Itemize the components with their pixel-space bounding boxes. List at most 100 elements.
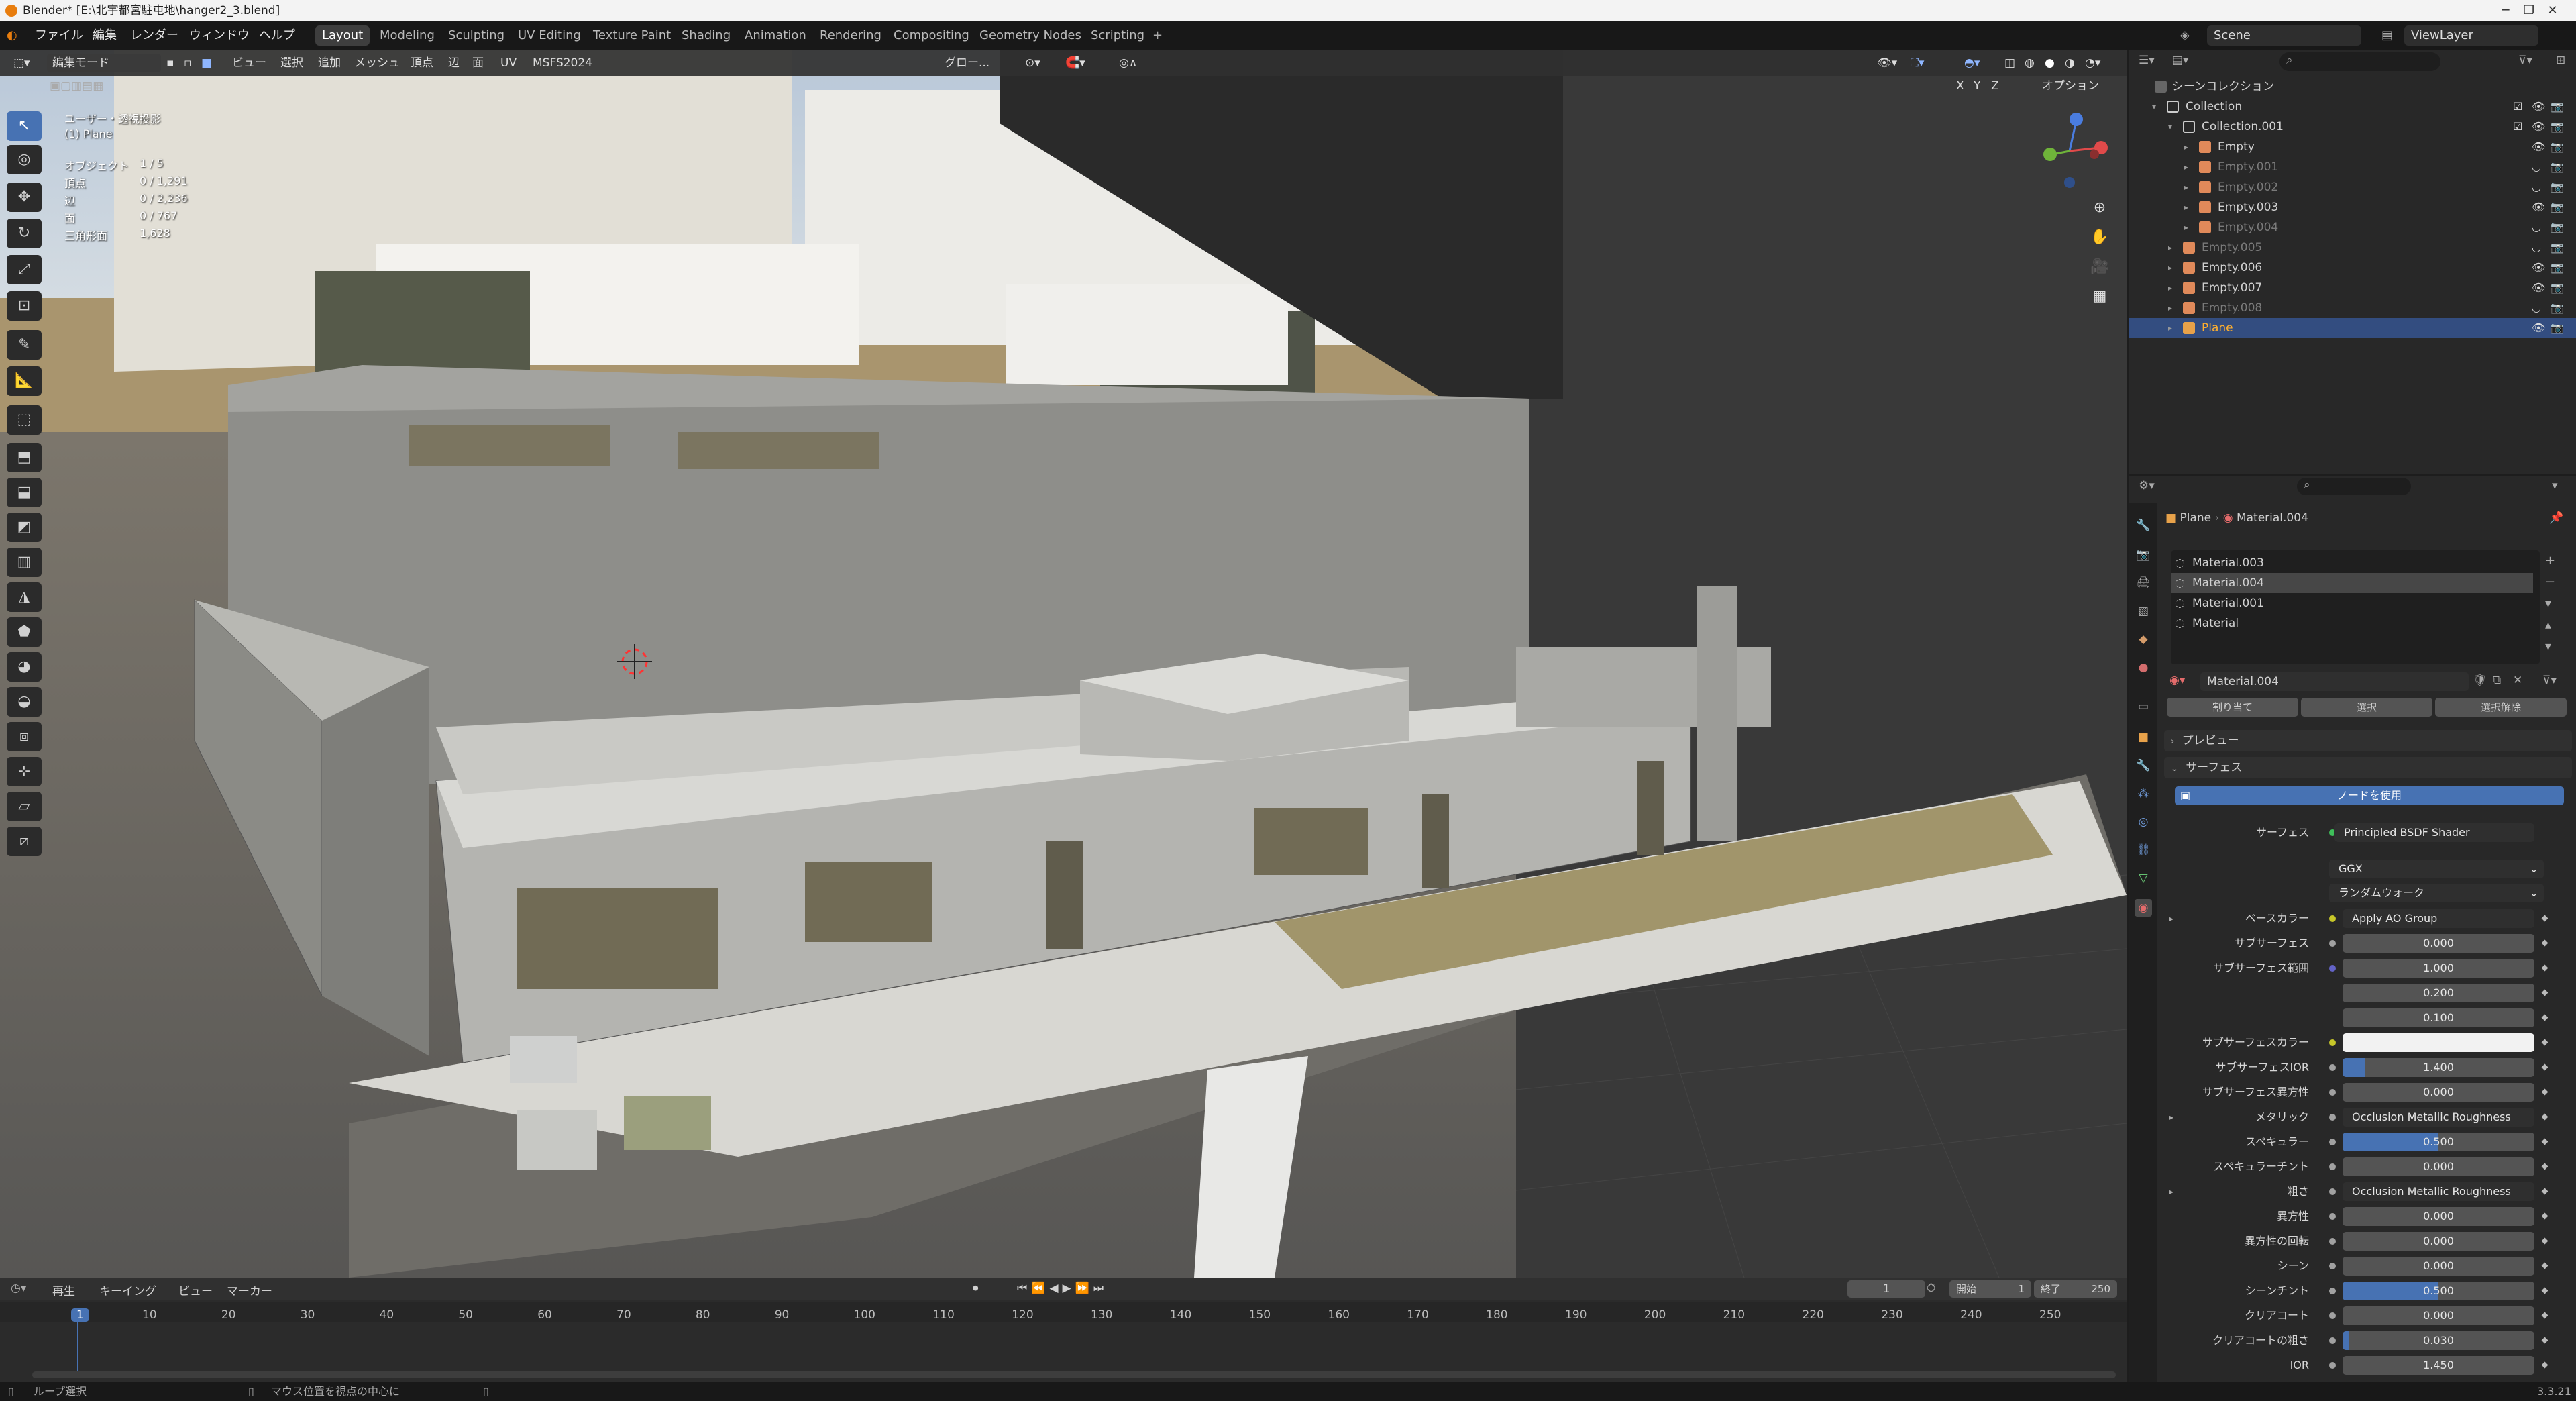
numeric-slider-field[interactable]: 0.000: [2343, 1157, 2534, 1176]
exclude-checkbox[interactable]: ☑: [2513, 97, 2522, 117]
input-socket-icon[interactable]: [2329, 1114, 2336, 1121]
output-tab-icon[interactable]: 🖨: [2135, 574, 2152, 592]
tab-rendering[interactable]: Rendering: [813, 25, 888, 46]
tab-layout[interactable]: Layout: [315, 25, 370, 46]
tab-scripting[interactable]: Scripting: [1084, 25, 1151, 46]
new-collection-icon[interactable]: ⊞: [2556, 54, 2565, 67]
visibility-eye-icon[interactable]: ◡: [2532, 217, 2541, 238]
collection-tab-icon[interactable]: ▭: [2135, 698, 2152, 715]
timeline-editor-icon[interactable]: ◷▾: [11, 1282, 26, 1295]
expand-toggle-icon[interactable]: ▾: [2168, 117, 2172, 137]
tab-texture-paint[interactable]: Texture Paint: [586, 25, 678, 46]
panel-options-icon[interactable]: ▾: [2552, 479, 2558, 492]
annotate-tool-icon[interactable]: ✎: [7, 330, 42, 360]
start-frame-field[interactable]: 開始 1: [1949, 1280, 2031, 1298]
poly-build-tool-icon[interactable]: ⬟: [7, 617, 42, 647]
deselect-button[interactable]: 選択解除: [2435, 698, 2567, 717]
input-socket-icon[interactable]: [2329, 915, 2336, 922]
link-dropdown-icon[interactable]: ⊽▾: [2542, 674, 2557, 687]
unlink-material-icon[interactable]: ✕: [2513, 674, 2522, 687]
render-camera-icon[interactable]: 📷: [2551, 117, 2564, 137]
menu-render[interactable]: レンダー: [130, 21, 178, 50]
subsurface-method-dropdown[interactable]: ランダムウォーク ⌄: [2329, 884, 2544, 902]
expand-toggle-icon[interactable]: ▸: [2184, 157, 2188, 177]
linked-node-field[interactable]: Occlusion Metallic Roughness Group: [2343, 1108, 2534, 1127]
keyframe-icon[interactable]: [2541, 939, 2548, 947]
expand-input-icon[interactable]: ▸: [2169, 1180, 2174, 1203]
visibility-eye-icon[interactable]: 👁: [2532, 97, 2545, 117]
tab-shading[interactable]: Shading: [675, 25, 737, 46]
outliner-editor-icon[interactable]: ☰▾: [2139, 54, 2155, 67]
visibility-eye-icon[interactable]: 👁: [2532, 258, 2545, 278]
options-menu[interactable]: オプション: [2037, 76, 2104, 95]
outliner-row-empty-005[interactable]: ▸ Empty.005 ◡ 📷: [2129, 238, 2576, 258]
render-camera-icon[interactable]: 📷: [2551, 318, 2564, 338]
edge-slide-tool-icon[interactable]: ⧈: [7, 722, 42, 751]
outliner-row-empty-008[interactable]: ▸ Empty.008 ◡ 📷: [2129, 298, 2576, 318]
select-mode-vertex-icon[interactable]: ▪: [161, 54, 180, 72]
world-tab-icon[interactable]: ●: [2135, 659, 2152, 676]
gizmo-toggle-icon[interactable]: ⛶▾: [1905, 54, 1929, 72]
input-socket-icon[interactable]: [2329, 1263, 2336, 1269]
record-icon[interactable]: ⏺: [973, 1282, 979, 1295]
select-box-mode-icons[interactable]: ▣▢▥▤▦: [44, 76, 109, 95]
material-browse-icon[interactable]: ◉▾: [2169, 674, 2185, 687]
select-mode-face-icon[interactable]: ■: [196, 54, 217, 72]
render-tab-icon[interactable]: 📷: [2135, 546, 2152, 564]
outliner-row-empty-003[interactable]: ▸ Empty.003 👁 📷: [2129, 197, 2576, 217]
overlay-toggle-icon[interactable]: ◓▾: [1959, 54, 1985, 72]
expand-toggle-icon[interactable]: ▸: [2168, 258, 2172, 278]
tab-geometry-nodes[interactable]: Geometry Nodes: [973, 25, 1088, 46]
input-socket-icon[interactable]: [2329, 1039, 2336, 1046]
pin-icon[interactable]: 📌: [2549, 511, 2563, 525]
snap-icon[interactable]: 🧲▾: [1060, 54, 1091, 72]
panel-surface-header[interactable]: ⌄ サーフェス: [2164, 757, 2572, 778]
visibility-eye-icon[interactable]: ◡: [2532, 157, 2541, 177]
menu-msfs2024[interactable]: MSFS2024: [527, 54, 598, 72]
material-name-field[interactable]: Material.004: [2200, 672, 2469, 691]
material-tab-icon[interactable]: ◉: [2135, 899, 2152, 917]
shading-rendered-icon[interactable]: ◔▾: [2080, 54, 2106, 72]
outliner-row-empty-002[interactable]: ▸ Empty.002 ◡ 📷: [2129, 177, 2576, 197]
input-socket-icon[interactable]: [2329, 1288, 2336, 1294]
keyframe-icon[interactable]: [2541, 1113, 2548, 1121]
3d-viewport[interactable]: [0, 50, 2127, 1278]
keyframe-icon[interactable]: [2541, 1312, 2548, 1319]
material-slot-item[interactable]: ◌ Material.001: [2171, 593, 2533, 613]
scale-tool-icon[interactable]: ⤢: [7, 255, 42, 284]
render-camera-icon[interactable]: 📷: [2551, 97, 2564, 117]
properties-search-input[interactable]: ⌕: [2297, 478, 2411, 495]
preview-range-icon[interactable]: ⏱: [1927, 1282, 1935, 1295]
input-socket-icon[interactable]: [2329, 1213, 2336, 1220]
render-camera-icon[interactable]: 📷: [2551, 197, 2564, 217]
numeric-slider-field[interactable]: 0.500: [2343, 1133, 2534, 1151]
add-slot-icon[interactable]: +: [2545, 550, 2555, 572]
measure-tool-icon[interactable]: 📐: [7, 366, 42, 396]
fake-user-icon[interactable]: 🛡: [2473, 674, 2487, 687]
numeric-slider-field[interactable]: 0.500: [2343, 1282, 2534, 1300]
extrude-tool-icon[interactable]: ⬒: [7, 443, 42, 472]
render-camera-icon[interactable]: 📷: [2551, 157, 2564, 177]
input-socket-icon[interactable]: [2329, 1337, 2336, 1344]
render-camera-icon[interactable]: 📷: [2551, 217, 2564, 238]
keyframe-icon[interactable]: [2541, 1163, 2548, 1170]
render-camera-icon[interactable]: 📷: [2551, 238, 2564, 258]
menu-mesh[interactable]: メッシュ: [349, 54, 405, 72]
blender-menu-icon[interactable]: ◐: [7, 21, 17, 50]
linked-node-field[interactable]: Occlusion Metallic Roughness Group: [2343, 1182, 2534, 1201]
scene-selector[interactable]: Scene: [2207, 25, 2361, 46]
exclude-checkbox[interactable]: ☑: [2513, 117, 2522, 137]
smooth-tool-icon[interactable]: ◒: [7, 687, 42, 717]
tab-uv-editing[interactable]: UV Editing: [511, 25, 588, 46]
render-camera-icon[interactable]: 📷: [2551, 298, 2564, 318]
add-workspace-icon[interactable]: +: [1152, 21, 1163, 50]
input-socket-icon[interactable]: [2329, 1362, 2336, 1369]
object-tab-icon[interactable]: ■: [2135, 729, 2152, 746]
numeric-slider-field[interactable]: 0.100: [2343, 1008, 2534, 1027]
render-camera-icon[interactable]: 📷: [2551, 177, 2564, 197]
numeric-slider-field[interactable]: 0.000: [2343, 934, 2534, 953]
transform-tool-icon[interactable]: ⊡: [7, 291, 42, 321]
menu-uv[interactable]: UV: [495, 54, 522, 72]
expand-toggle-icon[interactable]: ▸: [2168, 298, 2172, 318]
shading-wireframe-icon[interactable]: ◍: [2019, 54, 2040, 72]
